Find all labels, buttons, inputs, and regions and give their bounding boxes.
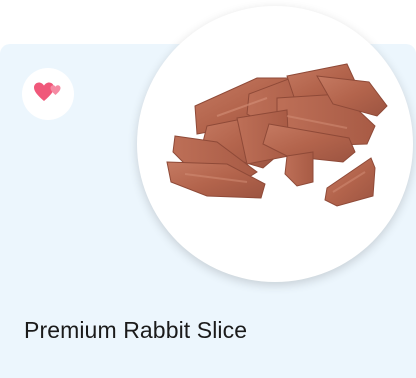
favorite-button[interactable] (22, 68, 74, 120)
hearts-icon (33, 81, 63, 108)
product-image[interactable] (137, 6, 413, 282)
product-title[interactable]: Premium Rabbit Slice (24, 317, 247, 344)
rabbit-jerky-slices-photo (166, 63, 388, 207)
